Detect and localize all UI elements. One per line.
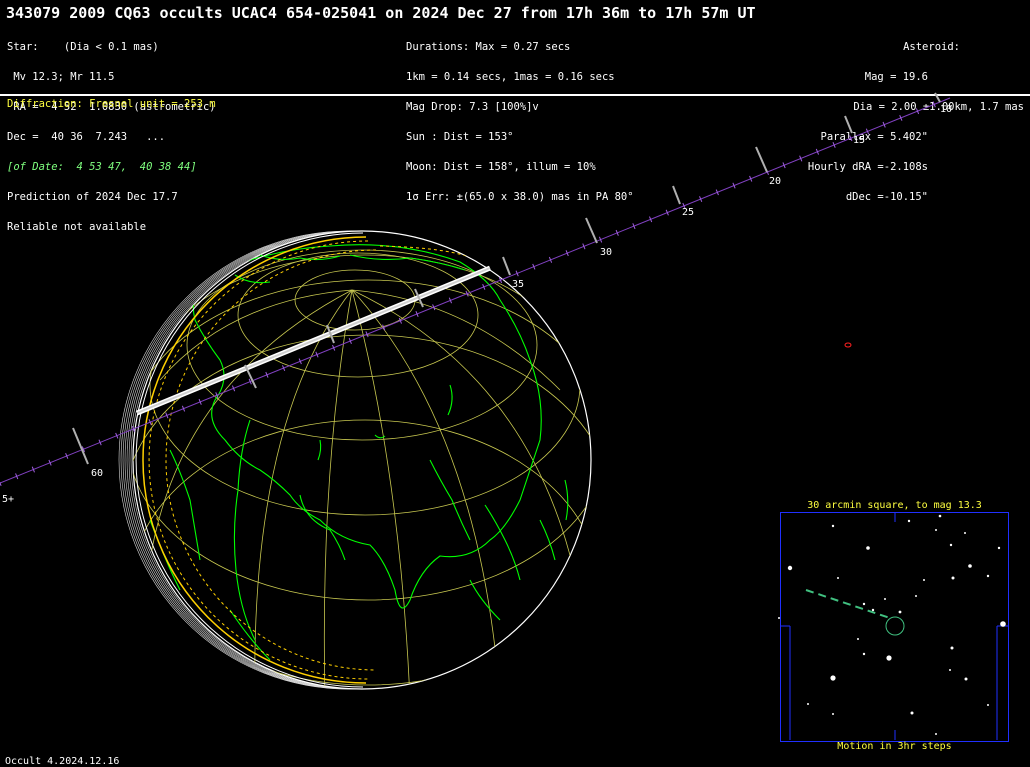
coastlines bbox=[149, 244, 569, 661]
graticule bbox=[133, 249, 591, 689]
shadow-rim bbox=[118, 230, 361, 690]
tick-label: 15 bbox=[853, 135, 865, 146]
version-label: Occult 4.2024.12.16 bbox=[5, 756, 120, 767]
asteroid-track bbox=[0, 97, 951, 484]
terminator-edge bbox=[142, 236, 367, 684]
tick-label: 35 bbox=[512, 279, 524, 290]
shadow-limits bbox=[148, 240, 491, 680]
sun-marker bbox=[844, 342, 852, 348]
star-chart-title: 30 arcmin square, to mag 13.3 bbox=[807, 500, 982, 511]
time-markers bbox=[72, 92, 941, 465]
star-chart-frame bbox=[780, 512, 1009, 742]
tick-label: 25 bbox=[682, 207, 694, 218]
time-labels: 10 15 20 25 30 35 60 5+ bbox=[2, 104, 952, 505]
tick-label: 20 bbox=[769, 176, 781, 187]
tick-label: 30 bbox=[600, 247, 612, 258]
tick-label: 10 bbox=[940, 104, 952, 115]
tick-label: 60 bbox=[91, 468, 103, 479]
tick-label: 5+ bbox=[2, 494, 14, 505]
star-chart-caption: Motion in 3hr steps bbox=[837, 741, 952, 752]
